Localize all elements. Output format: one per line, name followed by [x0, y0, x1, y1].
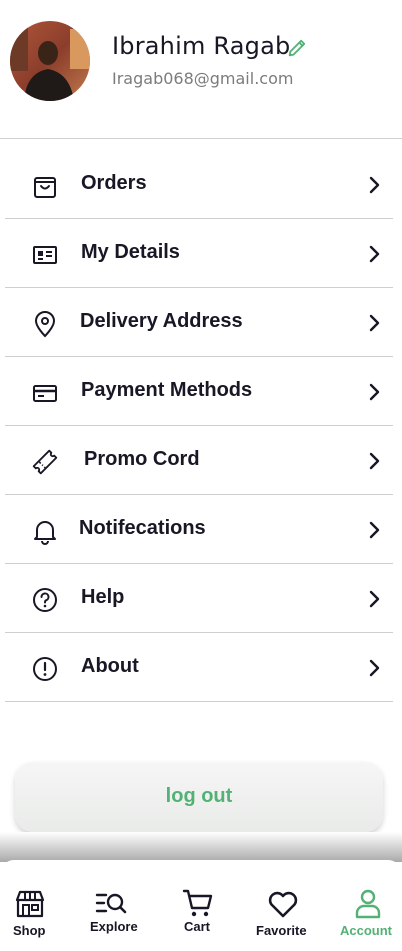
chevron-right-icon	[369, 314, 380, 332]
edit-pencil-icon[interactable]	[286, 37, 308, 59]
menu-item-help[interactable]: Help	[5, 564, 393, 633]
heart-icon	[268, 891, 298, 918]
id-card-icon	[33, 246, 57, 264]
nav-label-favorite: Favorite	[256, 923, 307, 938]
shopping-bag-icon	[34, 177, 56, 198]
credit-card-icon	[33, 385, 57, 402]
menu-item-notifications[interactable]: Notifecations	[5, 495, 393, 564]
explore-search-icon	[95, 893, 127, 914]
chevron-right-icon	[369, 245, 380, 263]
chevron-right-icon	[369, 659, 380, 677]
menu-item-my-details[interactable]: My Details	[5, 219, 393, 288]
nav-tab-account[interactable]: Account	[336, 860, 402, 951]
chevron-right-icon	[369, 452, 380, 470]
avatar[interactable]	[10, 21, 90, 101]
user-icon	[355, 889, 381, 919]
menu-label-help: Help	[81, 586, 125, 608]
menu-item-orders[interactable]: Orders	[5, 150, 393, 219]
nav-tab-shop[interactable]: Shop	[0, 860, 62, 951]
help-circle-icon	[33, 588, 57, 612]
profile-header: Ibrahim Ragab Iragab068@gmail.com	[0, 0, 402, 139]
nav-label-account: Account	[340, 923, 392, 938]
nav-tab-explore[interactable]: Explore	[80, 860, 152, 951]
menu-label-notifications: Notifecations	[79, 517, 206, 539]
bottom-nav: Shop Explore Cart Favorite Account	[0, 860, 402, 951]
nav-label-explore: Explore	[90, 919, 138, 934]
chevron-right-icon	[369, 521, 380, 539]
chevron-right-icon	[369, 590, 380, 608]
nav-tab-cart[interactable]: Cart	[168, 860, 232, 951]
nav-label-shop: Shop	[13, 923, 46, 938]
menu-label-payment-methods: Payment Methods	[81, 379, 253, 401]
menu-label-delivery-address: Delivery Address	[80, 310, 243, 332]
nav-tab-favorite[interactable]: Favorite	[250, 860, 320, 951]
logout-label: log out	[165, 785, 233, 807]
bell-icon	[34, 521, 56, 545]
menu-item-delivery-address[interactable]: Delivery Address	[5, 288, 393, 357]
profile-email: Iragab068@gmail.com	[112, 69, 294, 88]
nav-shadow	[0, 832, 402, 862]
cart-icon	[182, 889, 213, 917]
chevron-right-icon	[369, 176, 380, 194]
menu-item-promo-cord[interactable]: Promo Cord	[5, 426, 393, 495]
menu-item-payment-methods[interactable]: Payment Methods	[5, 357, 393, 426]
location-pin-icon	[34, 311, 56, 338]
profile-name: Ibrahim Ragab	[112, 32, 291, 60]
menu-label-promo-cord: Promo Cord	[84, 448, 200, 470]
info-alert-icon	[33, 657, 57, 681]
menu-label-orders: Orders	[81, 172, 147, 194]
store-icon	[15, 890, 45, 918]
menu-label-my-details: My Details	[81, 241, 180, 263]
ticket-icon	[32, 449, 58, 475]
menu-label-about: About	[81, 655, 139, 677]
nav-label-cart: Cart	[184, 919, 211, 934]
chevron-right-icon	[369, 383, 380, 401]
menu-item-about[interactable]: About	[5, 633, 393, 702]
logout-button[interactable]: log out	[15, 762, 383, 832]
